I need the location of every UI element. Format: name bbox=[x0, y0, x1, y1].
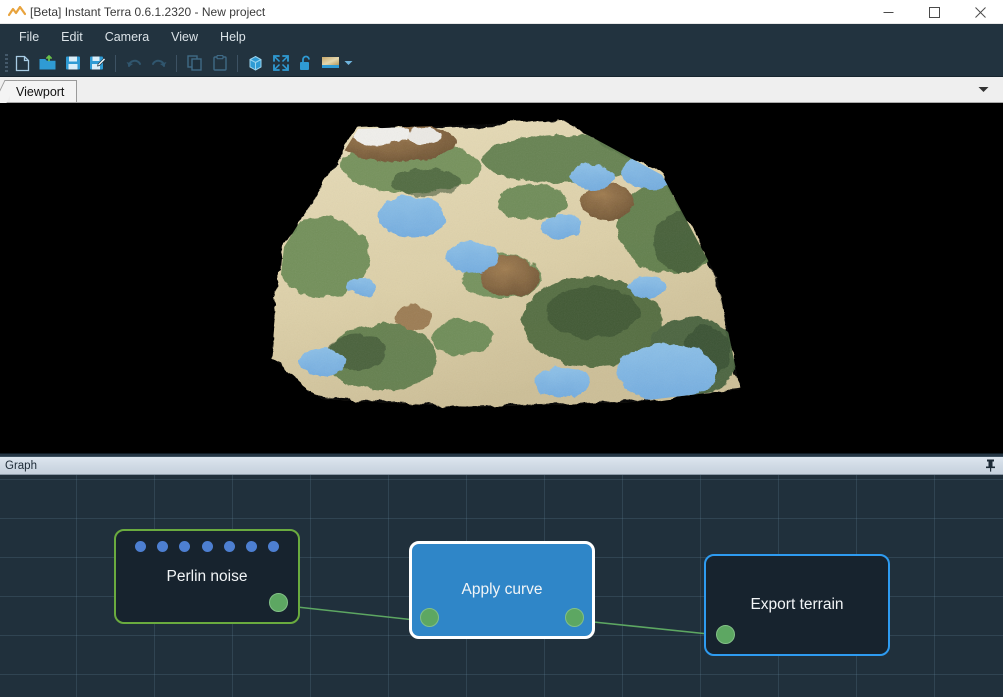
toolbar-drag-grip[interactable] bbox=[2, 52, 10, 74]
menu-bar: File Edit Camera View Help bbox=[0, 24, 1003, 50]
title-bar: [Beta] Instant Terra 0.6.1.2320 - New pr… bbox=[0, 0, 1003, 24]
viewport-3d[interactable] bbox=[0, 103, 1003, 453]
tab-viewport-label: Viewport bbox=[16, 84, 65, 99]
apply-curve-input-port[interactable] bbox=[420, 608, 439, 627]
graph-node-apply-curve[interactable]: Apply curve bbox=[409, 541, 595, 639]
terrain-material-swatch-icon[interactable] bbox=[319, 52, 342, 75]
graph-node-perlin-noise-label: Perlin noise bbox=[166, 567, 248, 585]
toolbar-separator-1 bbox=[115, 54, 116, 72]
export-terrain-input-port[interactable] bbox=[716, 625, 735, 644]
graph-node-perlin-noise[interactable]: Perlin noise bbox=[114, 529, 300, 624]
save-floppy-icon[interactable] bbox=[61, 52, 84, 75]
graph-panel-header: Graph bbox=[0, 457, 1003, 475]
toolbar bbox=[0, 50, 1003, 77]
menu-item-edit[interactable]: Edit bbox=[50, 26, 94, 48]
menu-item-file[interactable]: File bbox=[8, 26, 50, 48]
undo-arrow-icon[interactable] bbox=[122, 52, 145, 75]
window-title: [Beta] Instant Terra 0.6.1.2320 - New pr… bbox=[30, 4, 266, 19]
copy-icon[interactable] bbox=[183, 52, 206, 75]
wire-apply-to-export bbox=[583, 620, 719, 636]
graph-panel-title: Graph bbox=[5, 459, 37, 472]
new-document-icon[interactable] bbox=[11, 52, 34, 75]
material-dropdown-chevron-icon[interactable] bbox=[343, 52, 353, 75]
perlin-noise-output-port[interactable] bbox=[269, 593, 288, 612]
close-button[interactable] bbox=[957, 0, 1003, 24]
toolbar-separator-2 bbox=[176, 54, 177, 72]
maximize-button[interactable] bbox=[911, 0, 957, 24]
param-port-4[interactable] bbox=[201, 541, 213, 552]
graph-node-apply-curve-label: Apply curve bbox=[461, 581, 543, 598]
pin-thumbtack-icon[interactable] bbox=[983, 458, 997, 473]
tab-strip: Viewport bbox=[0, 77, 1003, 103]
param-port-1[interactable] bbox=[135, 541, 147, 552]
cube-3d-icon[interactable] bbox=[244, 52, 267, 75]
unlock-padlock-icon[interactable] bbox=[294, 52, 317, 75]
paste-clipboard-icon[interactable] bbox=[208, 52, 231, 75]
open-folder-icon[interactable] bbox=[36, 52, 59, 75]
perlin-parameter-ports bbox=[116, 541, 298, 552]
menu-item-camera[interactable]: Camera bbox=[94, 26, 160, 48]
terrain-preview bbox=[262, 107, 747, 417]
fullscreen-expand-icon[interactable] bbox=[269, 52, 292, 75]
redo-arrow-icon[interactable] bbox=[147, 52, 170, 75]
param-port-6[interactable] bbox=[245, 541, 257, 552]
node-graph-canvas[interactable]: Perlin noise Apply curve Export terrain bbox=[0, 475, 1003, 697]
param-port-7[interactable] bbox=[267, 541, 279, 552]
wire-perlin-to-apply bbox=[287, 605, 425, 622]
save-as-floppy-pencil-icon[interactable] bbox=[86, 52, 109, 75]
graph-node-export-terrain-label: Export terrain bbox=[750, 596, 844, 613]
tab-viewport[interactable]: Viewport bbox=[10, 80, 78, 102]
menu-item-view[interactable]: View bbox=[160, 26, 209, 48]
graph-node-export-terrain[interactable]: Export terrain bbox=[704, 554, 890, 656]
minimize-button[interactable] bbox=[865, 0, 911, 24]
param-port-2[interactable] bbox=[157, 541, 169, 552]
window-controls bbox=[865, 0, 1003, 24]
param-port-3[interactable] bbox=[179, 541, 191, 552]
application-window: [Beta] Instant Terra 0.6.1.2320 - New pr… bbox=[0, 0, 1003, 697]
apply-curve-output-port[interactable] bbox=[565, 608, 584, 627]
chevron-down-icon[interactable] bbox=[975, 81, 991, 97]
param-port-5[interactable] bbox=[223, 541, 235, 552]
app-logo-icon bbox=[6, 2, 28, 22]
menu-item-help[interactable]: Help bbox=[209, 26, 257, 48]
toolbar-separator-3 bbox=[237, 54, 238, 72]
